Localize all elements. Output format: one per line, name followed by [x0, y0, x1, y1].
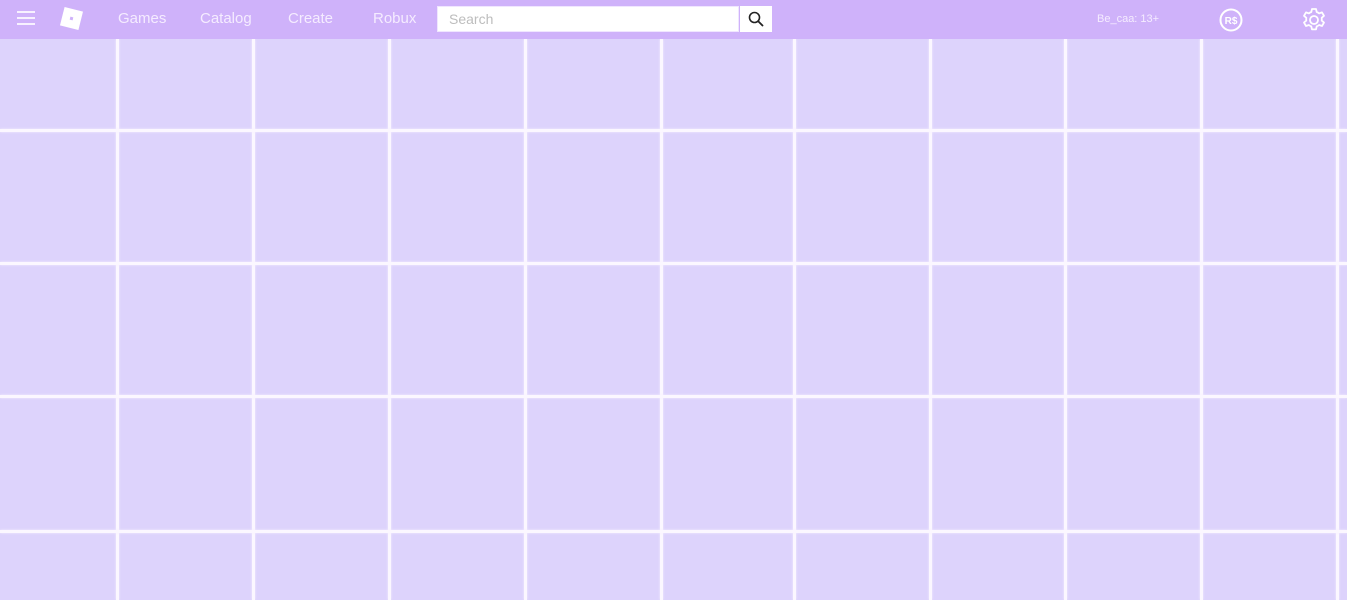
grid-line-vertical: [1336, 39, 1339, 600]
nav-robux[interactable]: Robux: [373, 10, 416, 27]
svg-text:R$: R$: [1225, 16, 1238, 27]
hamburger-menu-icon[interactable]: [17, 11, 35, 25]
gear-icon[interactable]: [1301, 7, 1327, 33]
search-input[interactable]: [438, 7, 738, 31]
nav-catalog[interactable]: Catalog: [200, 10, 252, 27]
robux-icon[interactable]: R$: [1219, 8, 1243, 32]
nav-games[interactable]: Games: [118, 10, 166, 27]
grid-line-vertical: [660, 39, 663, 600]
grid-line-vertical: [1200, 39, 1203, 600]
grid-line-horizontal: [0, 530, 1347, 533]
grid-background: [0, 39, 1347, 600]
grid-line-horizontal: [0, 395, 1347, 398]
username-age-label[interactable]: Be_caa: 13+: [1097, 13, 1159, 25]
grid-line-vertical: [116, 39, 119, 600]
grid-line-vertical: [1064, 39, 1067, 600]
search-button[interactable]: [740, 6, 772, 32]
grid-line-horizontal: [0, 129, 1347, 132]
search-icon: [748, 11, 764, 27]
grid-line-vertical: [388, 39, 391, 600]
grid-line-vertical: [252, 39, 255, 600]
roblox-logo-icon[interactable]: [59, 6, 84, 31]
nav-create[interactable]: Create: [288, 10, 333, 27]
grid-line-vertical: [929, 39, 932, 600]
grid-line-vertical: [793, 39, 796, 600]
search-field: [437, 6, 739, 32]
grid-line-vertical: [524, 39, 527, 600]
top-navigation-bar: Games Catalog Create Robux Be_caa: 13+ R…: [0, 0, 1347, 39]
grid-line-horizontal: [0, 262, 1347, 265]
